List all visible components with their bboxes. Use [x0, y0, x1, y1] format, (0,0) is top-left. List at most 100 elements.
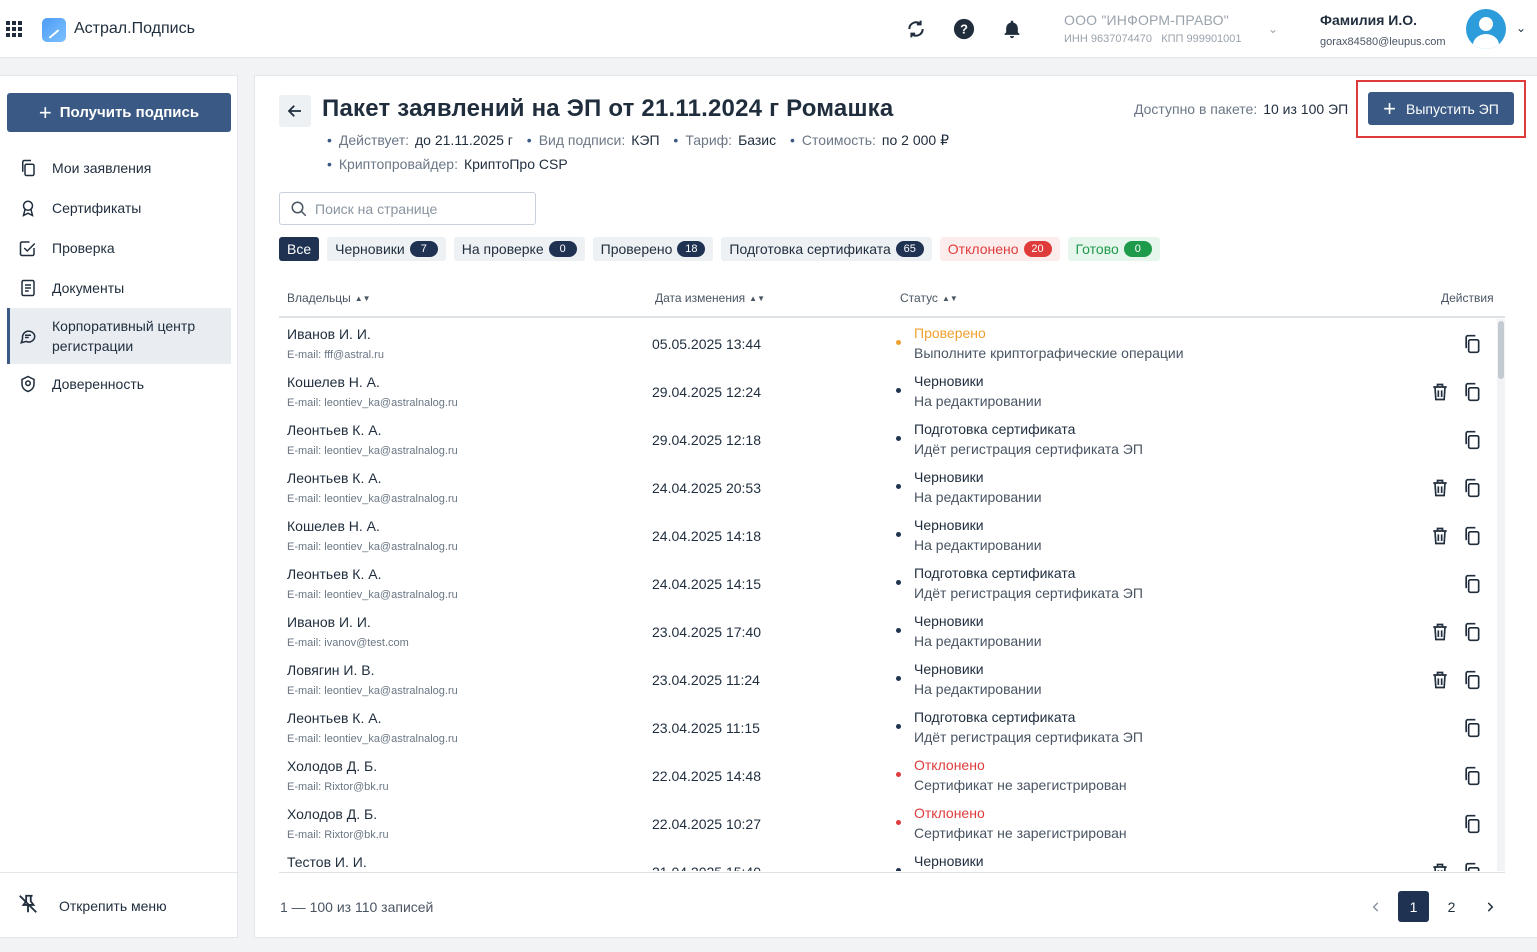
owner-email: E-mail: fff@astral.ru: [287, 349, 384, 361]
sidebar-item-certificates[interactable]: Сертификаты: [7, 196, 231, 220]
owner-name: Тестов И. И.: [287, 854, 367, 870]
table-row[interactable]: Леонтьев К. А. E-mail: leontiev_ka@astral…: [279, 559, 1505, 607]
apps-grid-icon[interactable]: [6, 21, 22, 37]
pagination: 12: [1360, 891, 1512, 922]
issue-signature-button[interactable]: + Выпустить ЭП: [1368, 92, 1514, 125]
sidebar-item-documents[interactable]: Документы: [7, 276, 231, 300]
trash-icon[interactable]: [1430, 382, 1450, 405]
owner-name: Кошелев Н. А.: [287, 518, 380, 534]
table-scrollbar[interactable]: [1497, 319, 1505, 871]
chevron-down-icon[interactable]: ⌄: [1268, 22, 1278, 36]
status-detail: Идёт регистрация сертификата ЭП: [914, 585, 1143, 601]
page-button[interactable]: 1: [1398, 891, 1429, 922]
copy-icon[interactable]: [1462, 670, 1482, 693]
organization-selector[interactable]: ООО "ИНФОРМ-ПРАВО" ИНН 9637074470 КПП 99…: [1064, 12, 1242, 45]
issue-signature-label: Выпустить ЭП: [1406, 100, 1499, 117]
app-name[interactable]: Астрал.Подпись: [74, 20, 195, 38]
filter-chip[interactable]: Проверено 18: [592, 237, 714, 261]
shield-icon: [18, 374, 38, 394]
copy-icon[interactable]: [1462, 766, 1482, 789]
copy-icon[interactable]: [1462, 718, 1482, 741]
filter-label: На проверке: [461, 241, 544, 257]
owner-name: Леонтьев К. А.: [287, 710, 382, 726]
trash-icon[interactable]: [1430, 478, 1450, 501]
trash-icon[interactable]: [1430, 622, 1450, 645]
chat-icon: [18, 326, 38, 346]
search-box[interactable]: [279, 192, 536, 225]
trash-icon[interactable]: [1430, 670, 1450, 693]
owner-name: Холодов Д. Б.: [287, 758, 378, 774]
bell-icon[interactable]: [1001, 18, 1023, 40]
table-row[interactable]: Леонтьев К. А. E-mail: leontiev_ka@astral…: [279, 415, 1505, 463]
filter-label: Готово: [1075, 241, 1119, 257]
trash-icon[interactable]: [1430, 526, 1450, 549]
sidebar-item-my-applications[interactable]: Мои заявления: [7, 156, 231, 180]
copy-icon[interactable]: [1462, 814, 1482, 837]
search-input[interactable]: [315, 200, 515, 217]
modified-date: 22.04.2025 10:27: [652, 816, 761, 832]
filter-count-badge: 7: [409, 241, 438, 257]
table-row[interactable]: Холодов Д. Б. E-mail: Rixtor@bk.ru 22.04.2…: [279, 799, 1505, 847]
scrollbar-thumb[interactable]: [1498, 321, 1504, 379]
filter-chip[interactable]: Отклонено 20: [939, 237, 1060, 261]
refresh-icon[interactable]: [905, 18, 927, 40]
copy-icon[interactable]: [1462, 478, 1482, 501]
owner-name: Холодов Д. Б.: [287, 806, 378, 822]
arrow-left-icon: [287, 105, 301, 117]
copy-icon[interactable]: [1462, 574, 1482, 597]
plus-icon: +: [1383, 95, 1397, 121]
sidebar-item-verification[interactable]: Проверка: [7, 236, 231, 260]
filter-label: Все: [287, 241, 312, 257]
sidebar-item-corporate-center[interactable]: Корпоративный центр регистрации: [7, 308, 231, 364]
next-page-icon[interactable]: [1474, 891, 1505, 922]
column-status[interactable]: Статус ▲▼: [900, 291, 958, 305]
back-button[interactable]: [279, 95, 311, 127]
copy-icon[interactable]: [1462, 862, 1482, 871]
table-row[interactable]: Холодов Д. Б. E-mail: Rixtor@bk.ru 22.04.2…: [279, 751, 1505, 799]
copy-icon[interactable]: [1462, 526, 1482, 549]
status-label: Черновики: [914, 613, 984, 629]
copy-icon[interactable]: [1462, 334, 1482, 357]
prev-page-icon[interactable]: [1360, 891, 1391, 922]
package-meta-line-2: • Криптопровайдер: КриптоПро CSP: [327, 156, 568, 172]
status-dot: [896, 388, 901, 393]
sidebar: + Получить подпись Мои заявления Сертифи…: [0, 75, 238, 938]
status-label: Проверено: [914, 325, 986, 341]
filter-chip[interactable]: Готово 0: [1067, 237, 1160, 261]
get-signature-button[interactable]: + Получить подпись: [7, 93, 231, 132]
sidebar-item-label: Корпоративный центр регистрации: [52, 318, 196, 354]
copy-icon[interactable]: [1462, 622, 1482, 645]
filter-chip[interactable]: Черновики 7: [327, 237, 446, 261]
sidebar-footer: Открепить меню: [0, 872, 237, 938]
table-row[interactable]: Леонтьев К. А. E-mail: leontiev_ka@astral…: [279, 463, 1505, 511]
owner-name: Леонтьев К. А.: [287, 470, 382, 486]
page-button[interactable]: 2: [1436, 891, 1467, 922]
table-row[interactable]: Тестов И. И. 21.04.2025 15:40 Черновики: [279, 847, 1505, 871]
column-date[interactable]: Дата изменения ▲▼: [655, 291, 765, 305]
sidebar-item-power-of-attorney[interactable]: Доверенность: [7, 372, 231, 396]
filter-chip[interactable]: Подготовка сертификата 65: [721, 237, 932, 261]
filter-chip[interactable]: Все: [279, 237, 320, 261]
filter-count-badge: 18: [677, 241, 706, 257]
table-row[interactable]: Леонтьев К. А. E-mail: leontiev_ka@astral…: [279, 703, 1505, 751]
filter-chip[interactable]: На проверке 0: [453, 237, 585, 261]
column-owner-label: Владельцы: [287, 291, 351, 305]
copy-icon[interactable]: [1462, 430, 1482, 453]
table-row[interactable]: Кошелев Н. А. E-mail: leontiev_ka@astraln…: [279, 511, 1505, 559]
chevron-down-icon[interactable]: ⌄: [1516, 21, 1526, 35]
help-icon[interactable]: ?: [953, 18, 975, 40]
avatar[interactable]: [1466, 9, 1506, 49]
unpin-menu-button[interactable]: Открепить меню: [17, 893, 167, 918]
trash-icon[interactable]: [1430, 862, 1450, 871]
table-row[interactable]: Ловягин И. В. E-mail: leontiev_ka@astraln…: [279, 655, 1505, 703]
table-row[interactable]: Иванов И. И. E-mail: fff@astral.ru 05.05.2…: [279, 319, 1505, 367]
column-owner[interactable]: Владельцы ▲▼: [287, 291, 371, 305]
status-dot: [896, 772, 901, 777]
status-label: Черновики: [914, 517, 984, 533]
table-row[interactable]: Кошелев Н. А. E-mail: leontiev_ka@astraln…: [279, 367, 1505, 415]
status-dot: [896, 820, 901, 825]
status-label: Подготовка сертификата: [914, 421, 1076, 437]
copy-icon[interactable]: [1462, 382, 1482, 405]
table-row[interactable]: Иванов И. И. E-mail: ivanov@test.com 23.04…: [279, 607, 1505, 655]
user-menu[interactable]: Фамилия И.О. gorax84580@leupus.com: [1320, 12, 1446, 48]
